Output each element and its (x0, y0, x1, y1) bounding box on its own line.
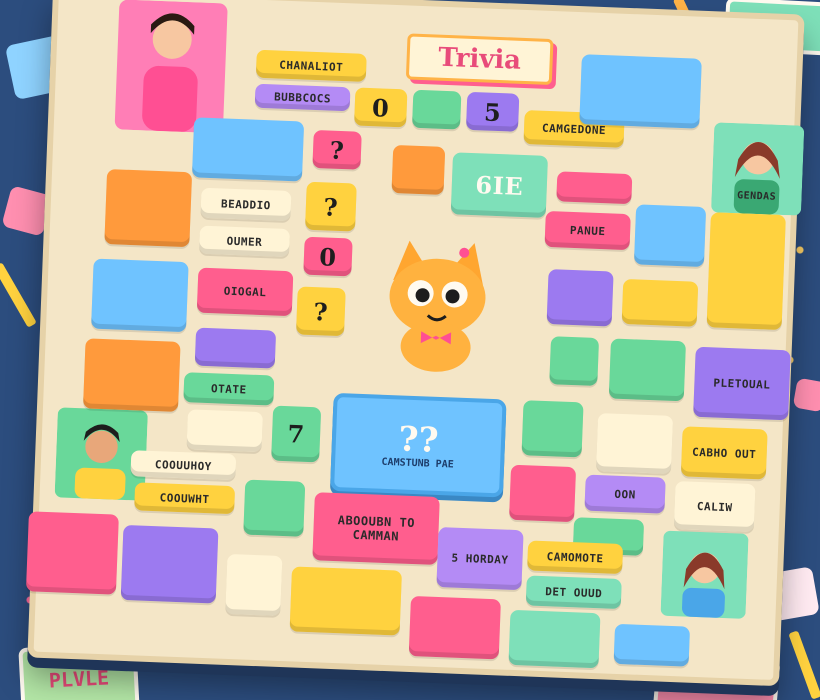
card-deck-left-label: PLVLE (48, 665, 110, 693)
tile-zero-mid[interactable]: 0 (303, 236, 353, 277)
tile-label: ABOOUBN TO CAMMAN (337, 513, 416, 544)
tile-label: OIOGAL (223, 284, 267, 300)
tile-chair[interactable] (706, 212, 786, 331)
trivia-banner: Trivia (405, 33, 554, 86)
tile-beaddio[interactable]: BEADDIO (200, 187, 292, 222)
player-avatar-top-left (114, 0, 229, 134)
tile-boat[interactable] (608, 338, 686, 402)
tile-camomote[interactable]: CAMOMOTE (527, 540, 624, 575)
tile-glyph: 5 (483, 96, 502, 127)
tile-label: DET OUUD (545, 584, 603, 600)
tile-kite[interactable] (243, 479, 306, 537)
tile-speech[interactable] (91, 258, 189, 333)
tile-five-horday[interactable]: 5 HORDAY (436, 527, 524, 591)
game-board: Trivia CHANALIOT BUBBCOCS 0 5 CAMGEDONE (25, 0, 805, 687)
player-avatar-top-right: GENDAS (711, 122, 805, 216)
tile-label: COOUWHT (159, 490, 210, 506)
tile-label: BUBBCOCS (273, 89, 332, 106)
tile-seven[interactable]: 7 (271, 405, 322, 463)
tile-label: OTATE (210, 381, 247, 397)
tile-bubbcocs[interactable]: BUBBCOCS (254, 83, 351, 112)
die-right-mid (792, 377, 820, 413)
tile-eraser[interactable] (508, 609, 601, 669)
tile-otate[interactable]: OTATE (183, 372, 275, 406)
tile-cloud[interactable] (104, 169, 193, 248)
tile-soccer[interactable] (633, 204, 707, 267)
tile-question-2[interactable]: ? (305, 181, 357, 232)
tile-coouwht[interactable]: COOUWHT (134, 482, 236, 515)
tile-oumer[interactable]: OUMER (199, 225, 291, 258)
tile-label: COOUUHOY (154, 457, 213, 473)
tile-label: CALIW (696, 499, 733, 514)
tile-label: PLETOUAL (713, 375, 771, 392)
tile-shapes[interactable] (25, 511, 119, 595)
tile-oiogal[interactable]: OIOGAL (196, 267, 294, 317)
trivia-title: Trivia (437, 42, 522, 76)
tile-owl[interactable] (391, 144, 446, 195)
tile-pink-lines[interactable] (556, 171, 633, 205)
tile-label: CABHO OUT (691, 445, 757, 461)
tile-blank-blue[interactable] (613, 623, 691, 667)
tile-question-cards[interactable] (579, 54, 702, 129)
tile-6ie[interactable]: 6IE (450, 152, 549, 218)
center-question-mark: ?? (397, 418, 440, 461)
tile-glyph: ? (329, 135, 345, 165)
pencil-left (0, 262, 37, 328)
tile-chanaliot[interactable]: CHANALIOT (255, 49, 367, 82)
tile-gendas: GENDAS (717, 184, 796, 207)
tile-label: BEADDIO (220, 196, 272, 212)
cat-mascot-icon (389, 240, 486, 372)
tile-zero-top[interactable]: 0 (354, 87, 408, 128)
tile-label: CHANALIOT (279, 58, 344, 74)
tile-label: CAMOMOTE (546, 549, 604, 565)
tile-pletoual[interactable]: PLETOUAL (693, 346, 791, 421)
tile-glyph: 7 (286, 419, 306, 449)
tile-oon[interactable]: OON (584, 474, 666, 514)
center-card-label: CAMSTUNB PAE (381, 456, 454, 471)
tile-label: GENDAS (736, 189, 777, 203)
tile-exclaim[interactable] (621, 278, 699, 327)
tile-ghost[interactable] (289, 566, 402, 636)
tile-label: PANUE (569, 223, 606, 238)
tile-glyph: 6IE (474, 169, 524, 201)
tile-glyph: ? (323, 191, 339, 222)
tile-panue[interactable]: PANUE (544, 210, 631, 251)
tile-label: OON (614, 487, 637, 502)
tile-question-1[interactable]: ? (312, 129, 362, 170)
tile-gems[interactable] (408, 596, 501, 660)
tile-label: OUMER (226, 234, 263, 249)
tile-abooubn[interactable]: ABOOUBN TO CAMMAN (312, 492, 440, 565)
tile-glyph: 0 (371, 92, 390, 123)
tile-book[interactable] (191, 117, 305, 182)
tile-cabho-out[interactable]: CABHO OUT (680, 426, 768, 480)
player-avatar-icon (660, 530, 749, 619)
tile-lightbulb-small[interactable] (186, 409, 263, 453)
tile-question-3[interactable]: ? (295, 286, 346, 337)
tile-camera[interactable] (521, 400, 584, 458)
player-avatar-bottom-right (660, 526, 749, 624)
tile-scissors[interactable] (509, 464, 577, 523)
tile-five-top[interactable]: 5 (465, 91, 520, 132)
center-question-card[interactable]: ?? CAMSTUNB PAE (329, 392, 507, 498)
tile-det-ouud[interactable]: DET OUUD (525, 575, 622, 610)
tile-pot[interactable] (549, 336, 600, 386)
game-scene: PLVLE GOGNO Trivia CHANALIOT BUBBCOCS 0 … (0, 0, 820, 700)
player-avatar-icon (114, 0, 228, 134)
tile-tablet[interactable] (120, 524, 219, 604)
tile-glyph: 0 (318, 241, 338, 272)
tile-bird[interactable] (82, 338, 181, 412)
tile-label: 5 HORDAY (451, 551, 509, 567)
tile-birds[interactable] (194, 327, 277, 369)
tile-coouuhoy[interactable]: COOUUHOY (130, 450, 237, 481)
mascot-cat (359, 229, 515, 385)
tile-cup[interactable] (225, 553, 283, 616)
tile-lamp[interactable] (546, 269, 614, 327)
pencil-bottom-right (788, 630, 820, 700)
tile-lightbulb[interactable] (595, 413, 674, 474)
tile-caliw[interactable]: CALIW (673, 481, 756, 533)
tile-glyph: ? (313, 296, 329, 327)
tile-blank-green[interactable] (411, 89, 462, 130)
